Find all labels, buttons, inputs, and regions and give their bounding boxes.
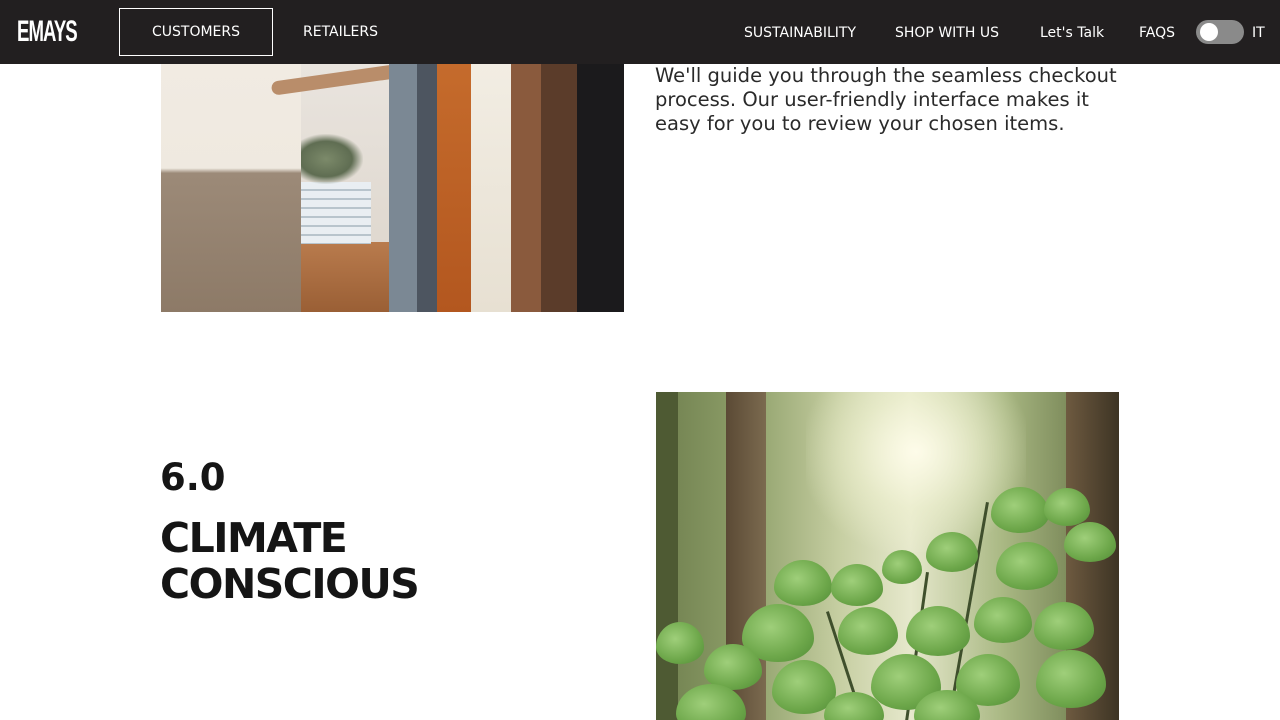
garment [417, 64, 437, 312]
nav-customers[interactable]: CUSTOMERS [119, 8, 273, 56]
closet-person [161, 64, 301, 312]
nav-retailers[interactable]: RETAILERS [303, 23, 378, 41]
nav-sustainability[interactable]: SUSTAINABILITY [744, 24, 856, 42]
closet-image [161, 64, 624, 312]
leaf [996, 542, 1058, 590]
leaf [774, 560, 832, 606]
leaf [906, 606, 970, 656]
garment [437, 64, 471, 312]
plant-image [656, 392, 1119, 720]
garment [511, 64, 541, 312]
nav-shop-with-us[interactable]: SHOP WITH US [895, 24, 999, 42]
leaf [882, 550, 922, 584]
nav-faqs[interactable]: FAQS [1139, 24, 1175, 42]
language-toggle[interactable] [1196, 20, 1244, 44]
leaf [991, 487, 1049, 533]
language-toggle-knob [1200, 23, 1218, 41]
step-6-title: CLIMATE CONSCIOUS [160, 514, 420, 608]
leaf [974, 597, 1032, 643]
leaf [926, 532, 978, 572]
garment [577, 64, 624, 312]
leaf [1044, 488, 1090, 526]
tree-trunk [656, 392, 678, 720]
sunlight-glow [806, 392, 1026, 552]
step-5-description: We'll guide you through the seamless che… [655, 64, 1117, 135]
garment [541, 64, 577, 312]
logo[interactable]: EMAYS [17, 14, 78, 50]
leaf [838, 607, 898, 655]
language-label: IT [1252, 25, 1265, 41]
leaf [656, 622, 704, 664]
navbar: EMAYS CUSTOMERS RETAILERS SUSTAINABILITY… [0, 0, 1280, 64]
leaf [831, 564, 883, 606]
garment [389, 64, 417, 312]
leaf [1064, 522, 1116, 562]
step-6-number: 6.0 [160, 456, 226, 499]
garment [471, 64, 511, 312]
nav-lets-talk[interactable]: Let's Talk [1040, 24, 1104, 42]
nav-customers-label: CUSTOMERS [151, 24, 241, 40]
